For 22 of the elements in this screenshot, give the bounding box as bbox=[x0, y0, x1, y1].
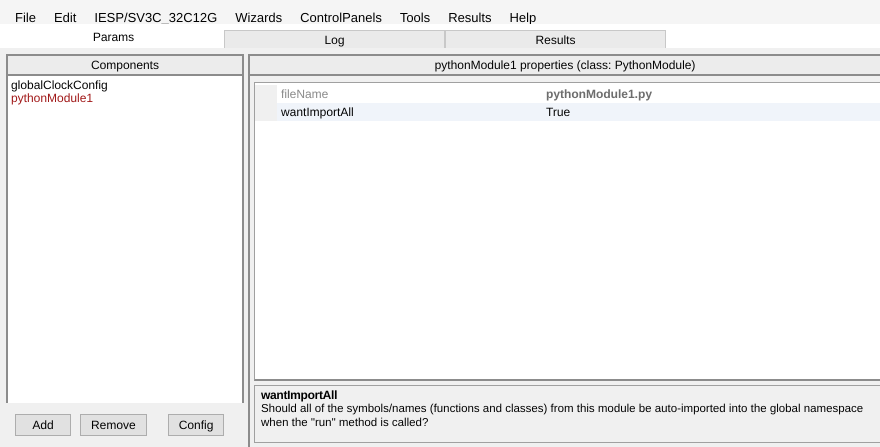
menu-item[interactable]: Help bbox=[500, 8, 546, 24]
menu-item[interactable]: IESP/SV3C_32C12G bbox=[85, 8, 226, 24]
property-value[interactable]: True bbox=[544, 105, 880, 119]
description-title: wantImportAll bbox=[261, 388, 338, 402]
menu-item[interactable]: File bbox=[6, 8, 45, 24]
button[interactable]: Remove bbox=[80, 414, 147, 436]
component-item[interactable]: globalClockConfig bbox=[11, 79, 239, 92]
button[interactable]: Config bbox=[168, 414, 224, 436]
menu-item[interactable]: Results bbox=[439, 8, 501, 24]
panel-header: Components bbox=[8, 56, 242, 76]
panel-header: pythonModule1 properties (class: PythonModule) bbox=[250, 56, 880, 76]
component-item[interactable]: pythonModule1 bbox=[11, 92, 239, 105]
description-text: Should all of the symbols/names (functions and classes) from this module be auto-imported into the global namespace when the "run" method is called? bbox=[261, 402, 864, 430]
tab[interactable]: Log bbox=[224, 30, 445, 49]
menu-item[interactable]: Edit bbox=[44, 8, 86, 24]
tab[interactable]: Results bbox=[445, 30, 666, 49]
row-gutter bbox=[255, 85, 277, 103]
menu-item[interactable]: Wizards bbox=[226, 8, 292, 24]
menu-item[interactable]: ControlPanels bbox=[291, 8, 391, 24]
property-name[interactable]: wantImportAll bbox=[277, 105, 544, 119]
menu-item[interactable]: Tools bbox=[390, 8, 440, 24]
button[interactable]: Add bbox=[15, 414, 71, 436]
